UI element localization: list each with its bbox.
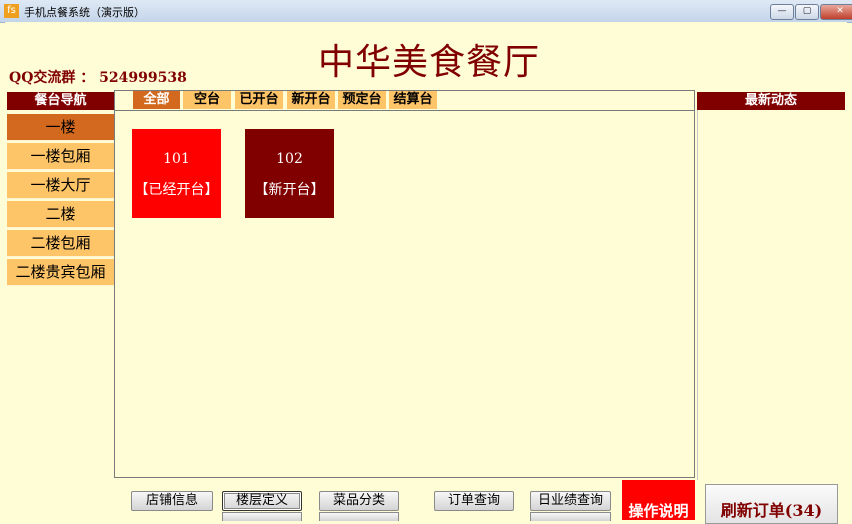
refresh-orders-button[interactable]: 刷新订单(34) — [705, 484, 838, 524]
nav-item[interactable]: 二楼 — [7, 201, 114, 228]
news-header: 最新动态 — [697, 92, 845, 110]
restaurant-title: 中华美食餐厅 — [318, 42, 541, 83]
table-number: 101 — [163, 151, 190, 167]
table-card[interactable]: 101 【已经开台】 — [132, 129, 221, 218]
title-bar: fs 手机点餐系统（演示版） — ▢ ✕ — [0, 0, 852, 23]
shop-info-button[interactable]: 店铺信息 — [131, 491, 213, 511]
window-title: 手机点餐系统（演示版） — [24, 6, 145, 19]
nav-item[interactable]: 二楼包厢 — [7, 230, 114, 257]
daily-query-button[interactable]: 日业绩查询 — [530, 491, 611, 511]
floor-define-button[interactable]: 楼层定义 — [222, 491, 302, 511]
nav-header: 餐台导航 — [7, 92, 114, 110]
help-button[interactable]: 操作说明 — [622, 480, 695, 520]
maximize-button[interactable]: ▢ — [795, 4, 819, 20]
close-button[interactable]: ✕ — [820, 4, 852, 20]
nav-item[interactable]: 一楼 — [7, 114, 114, 141]
nav-item[interactable]: 一楼大厅 — [7, 172, 114, 199]
app-icon: fs — [4, 4, 19, 18]
table-card[interactable]: 102 【新开台】 — [245, 129, 334, 218]
dish-category-button[interactable]: 菜品分类 — [319, 491, 399, 511]
qq-group-label: QQ交流群 ： 524999538 — [9, 70, 187, 86]
filter-tab[interactable]: 空台 — [183, 91, 231, 109]
table-status: 【新开台】 — [254, 182, 325, 198]
filter-tab[interactable]: 已开台 — [235, 91, 283, 109]
news-panel — [697, 110, 846, 480]
filter-tab[interactable]: 结算台 — [389, 91, 437, 109]
filter-tab[interactable]: 全部 — [133, 91, 180, 109]
filter-tab[interactable]: 预定台 — [338, 91, 386, 109]
table-area: 101 【已经开台】 102 【新开台】 — [114, 110, 695, 478]
nav-item[interactable]: 二楼贵宾包厢 — [7, 259, 114, 286]
order-query-button[interactable]: 订单查询 — [434, 491, 514, 511]
table-status: 【已经开台】 — [134, 182, 219, 198]
minimize-button[interactable]: — — [770, 4, 794, 20]
filter-tab[interactable]: 新开台 — [287, 91, 335, 109]
nav-item[interactable]: 一楼包厢 — [7, 143, 114, 170]
table-number: 102 — [276, 151, 303, 167]
